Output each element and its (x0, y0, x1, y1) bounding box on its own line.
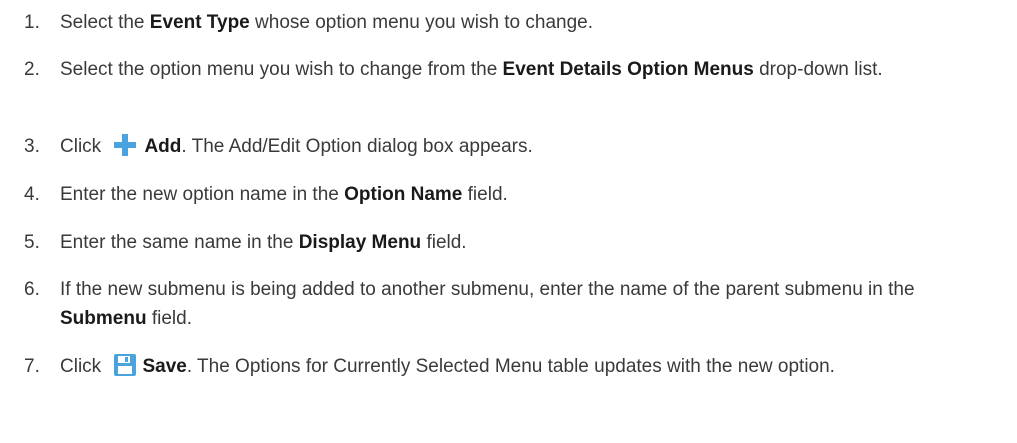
step-5: 5. Enter the same name in the Display Me… (24, 228, 1004, 257)
step-number: 1. (24, 12, 40, 33)
step-7: 7. Click Save. The Options for Currently… (24, 352, 1004, 381)
step-number: 6. (24, 279, 40, 300)
ui-term-option-name: Option Name (344, 184, 463, 205)
ui-term-save: Save (142, 356, 187, 377)
ui-term-add: Add (144, 136, 182, 157)
ui-term-event-type: Event Type (149, 12, 250, 33)
step-text: Enter the new option name in the Option … (60, 184, 508, 205)
step-1: 1. Select the Event Type whose option me… (24, 8, 1004, 37)
ui-term-display-menu: Display Menu (298, 232, 422, 253)
plus-icon (114, 134, 137, 156)
step-number: 4. (24, 184, 40, 205)
step-3: 3. Click Add. The Add/Edit Option dialog… (24, 132, 1004, 161)
step-text: Select the option menu you wish to chang… (60, 59, 883, 80)
step-text: Click Add. The Add/Edit Option dialog bo… (60, 134, 533, 157)
step-text: Enter the same name in the Display Menu … (60, 232, 467, 253)
ui-term-event-details-option-menus: Event Details Option Menus (502, 59, 754, 80)
step-text: If the new submenu is being added to ano… (60, 279, 915, 329)
step-2: 2. Select the option menu you wish to ch… (24, 55, 1004, 84)
step-number: 5. (24, 232, 40, 253)
step-text: Select the Event Type whose option menu … (60, 12, 594, 33)
step-number: 3. (24, 136, 40, 157)
ui-term-submenu: Submenu (60, 308, 147, 329)
save-icon (114, 354, 137, 376)
step-6: 6. If the new submenu is being added to … (24, 275, 1004, 333)
step-text: Click Save. The Options for Currently Se… (60, 354, 835, 377)
step-number: 2. (24, 59, 40, 80)
step-number: 7. (24, 356, 40, 377)
step-4: 4. Enter the new option name in the Opti… (24, 180, 1004, 209)
